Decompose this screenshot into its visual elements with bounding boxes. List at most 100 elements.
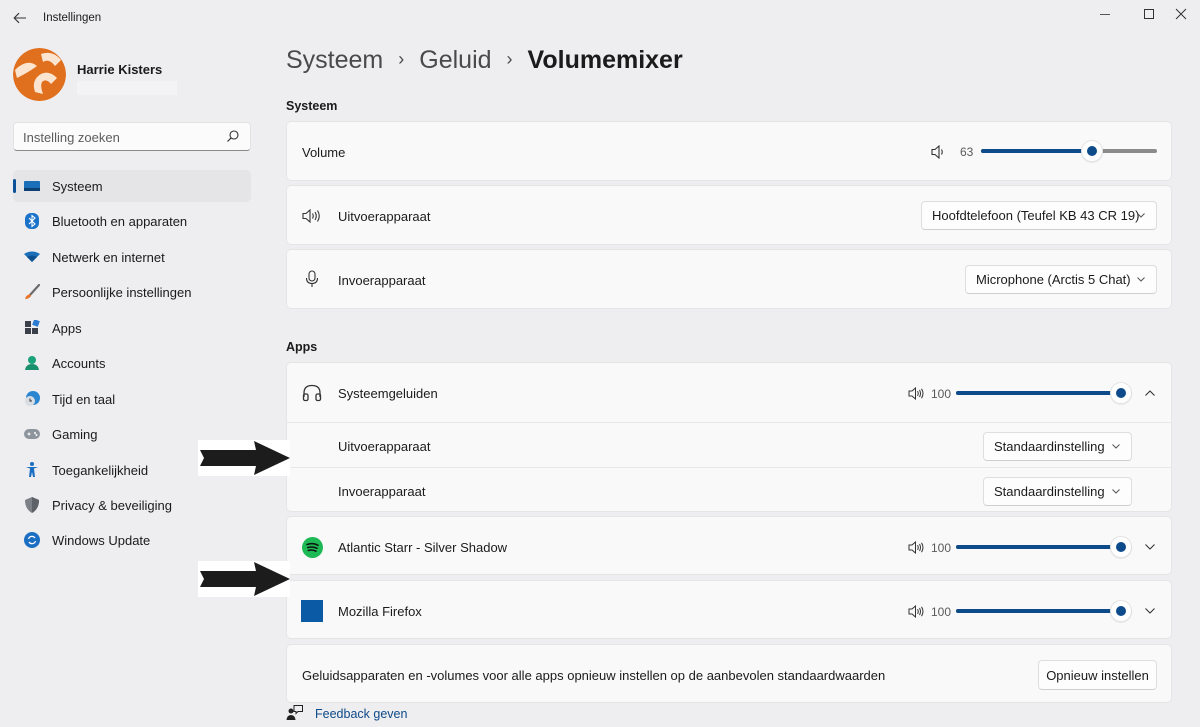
annotation-arrow — [198, 440, 290, 476]
account-icon — [24, 355, 40, 371]
speaker-icon[interactable] — [907, 603, 925, 619]
expand-button[interactable] — [1138, 535, 1162, 559]
search-icon[interactable] — [226, 129, 240, 146]
sidebar-item-label: Netwerk en internet — [52, 249, 165, 265]
sidebar-item-label: Bluetooth en apparaten — [52, 214, 188, 230]
section-title-apps: Apps — [286, 340, 318, 354]
app-input-selected: Standaardinstelling — [994, 484, 1105, 499]
sidebar-item-label: Persoonlijke instellingen — [52, 285, 192, 301]
sidebar-item-label: Privacy & beveiliging — [52, 497, 172, 513]
slider-thumb[interactable] — [1110, 382, 1132, 404]
chevron-up-icon — [1145, 390, 1155, 396]
sidebar-item-apps[interactable]: Apps — [13, 312, 251, 344]
chevron-down-icon — [1145, 608, 1155, 614]
settings-search[interactable] — [13, 122, 251, 151]
breadcrumb-separator: › — [506, 49, 513, 69]
arrow-right-icon — [200, 441, 290, 475]
reset-button[interactable]: Opnieuw instellen — [1038, 660, 1157, 690]
app-card-spotify: Atlantic Starr - Silver Shadow 100 — [286, 516, 1172, 575]
app-volume-slider[interactable] — [956, 536, 1132, 558]
speaker-icon — [302, 206, 322, 226]
sidebar-item-windows-update[interactable]: Windows Update — [13, 524, 251, 556]
minimize-button[interactable] — [1082, 0, 1128, 28]
sidebar-item-tijd-en-taal[interactable]: Tijd en taal — [13, 383, 251, 415]
app-volume-value: 100 — [931, 605, 952, 619]
input-device-label: Invoerapparaat — [338, 273, 426, 288]
profile-email-redacted — [77, 81, 177, 95]
app-input-dropdown[interactable]: Standaardinstelling — [983, 477, 1132, 506]
app-volume-slider[interactable] — [956, 600, 1132, 622]
sidebar-item-label: Tijd en taal — [52, 391, 116, 407]
sidebar-item-label: Systeem — [52, 179, 103, 194]
app-volume-value: 100 — [931, 387, 952, 401]
bluetooth-icon — [24, 213, 40, 230]
sidebar-item-label: Toegankelijkheid — [52, 462, 149, 478]
close-icon — [1175, 8, 1187, 20]
update-icon — [24, 532, 40, 549]
app-card-systeemgeluiden: Systeemgeluiden 100 Uitvoerapparaat Stan… — [286, 362, 1172, 512]
gamepad-icon — [24, 426, 40, 442]
output-device-label: Uitvoerapparaat — [338, 209, 431, 224]
slider-thumb[interactable] — [1081, 140, 1103, 162]
slider-thumb[interactable] — [1110, 600, 1132, 622]
sidebar-item-accounts[interactable]: Accounts — [13, 347, 251, 379]
microphone-icon — [302, 269, 322, 289]
chevron-down-icon — [1112, 489, 1120, 494]
sidebar-item-netwerk[interactable]: Netwerk en internet — [13, 241, 251, 273]
system-volume-slider[interactable] — [981, 140, 1157, 162]
slider-fill — [956, 391, 1132, 395]
search-input[interactable] — [23, 129, 213, 145]
app-output-label: Uitvoerapparaat — [338, 439, 431, 454]
sidebar-item-persoonlijk[interactable]: Persoonlijke instellingen — [13, 276, 251, 308]
sidebar-item-systeem[interactable]: Systeem — [13, 170, 251, 202]
sidebar-item-privacy[interactable]: Privacy & beveiliging — [13, 489, 251, 521]
slider-fill — [981, 149, 1092, 153]
breadcrumb: Systeem › Geluid › Volumemixer — [286, 46, 683, 75]
collapse-button[interactable] — [1138, 381, 1162, 405]
chevron-down-icon — [1145, 544, 1155, 550]
arrow-right-icon — [200, 562, 290, 596]
speaker-icon[interactable] — [907, 539, 925, 555]
input-device-selected: Microphone (Arctis 5 Chat) — [976, 272, 1131, 287]
expand-button[interactable] — [1138, 599, 1162, 623]
sidebar-item-label: Windows Update — [52, 533, 151, 549]
reset-description: Geluidsapparaten en -volumes voor alle a… — [302, 668, 886, 683]
output-device-card: Uitvoerapparaat Hoofdtelefoon (Teufel KB… — [286, 185, 1172, 245]
divider — [287, 467, 1171, 468]
app-input-label: Invoerapparaat — [338, 484, 426, 499]
app-output-dropdown[interactable]: Standaardinstelling — [983, 432, 1132, 461]
breadcrumb-separator: › — [398, 49, 405, 69]
speaker-icon[interactable] — [907, 385, 925, 401]
app-volume-slider[interactable] — [956, 382, 1132, 404]
spotify-icon — [301, 536, 323, 558]
input-device-dropdown[interactable]: Microphone (Arctis 5 Chat) — [965, 265, 1157, 294]
clock-globe-icon — [24, 390, 40, 407]
annotation-arrow — [198, 561, 290, 597]
display-icon — [24, 178, 40, 194]
back-button[interactable] — [10, 8, 30, 28]
profile-name: Harrie Kisters — [77, 62, 163, 77]
breadcrumb-systeem[interactable]: Systeem — [286, 46, 383, 75]
output-device-dropdown[interactable]: Hoofdtelefoon (Teufel KB 43 CR 19) — [921, 201, 1157, 230]
firefox-app-icon — [301, 600, 323, 622]
app-card-firefox: Mozilla Firefox 100 — [286, 580, 1172, 639]
shield-icon — [24, 496, 40, 513]
volume-value: 63 — [960, 145, 974, 159]
app-volume-value: 100 — [931, 541, 952, 555]
reset-card: Geluidsapparaten en -volumes voor alle a… — [286, 644, 1172, 703]
app-name: Systeemgeluiden — [338, 386, 438, 401]
breadcrumb-geluid[interactable]: Geluid — [419, 46, 491, 75]
input-device-card: Invoerapparaat Microphone (Arctis 5 Chat… — [286, 249, 1172, 309]
output-device-selected: Hoofdtelefoon (Teufel KB 43 CR 19) — [932, 208, 1140, 223]
feedback-label: Feedback geven — [315, 707, 408, 721]
slider-thumb[interactable] — [1110, 536, 1132, 558]
avatar-logo-icon — [13, 48, 66, 101]
close-button[interactable] — [1158, 0, 1200, 28]
brush-icon — [24, 284, 40, 300]
divider — [287, 422, 1171, 423]
app-name: Mozilla Firefox — [338, 604, 422, 619]
arrow-left-icon — [13, 12, 26, 24]
speaker-icon[interactable] — [930, 143, 948, 161]
page-title: Volumemixer — [527, 46, 683, 74]
sidebar-item-bluetooth[interactable]: Bluetooth en apparaten — [13, 205, 251, 237]
